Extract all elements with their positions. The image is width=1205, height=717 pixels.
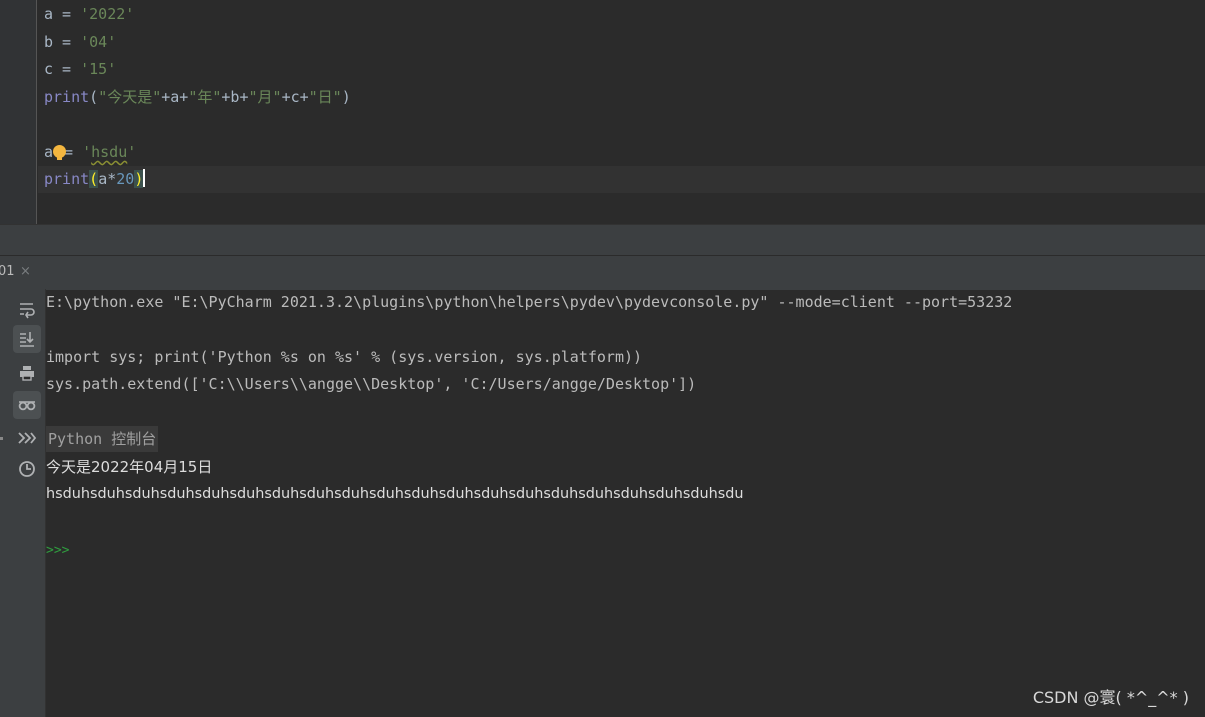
- editor-gutter: [0, 0, 37, 224]
- code-line-3[interactable]: c = '15': [44, 56, 116, 83]
- code-editor[interactable]: a = '2022' b = '04' c = '15' print("今天是"…: [0, 0, 1205, 224]
- console-input-line[interactable]: >>>: [46, 536, 69, 563]
- console-toolbar: [0, 289, 46, 717]
- typo-warning: hsdu: [91, 143, 128, 161]
- text-caret: [143, 169, 146, 187]
- code-line-2[interactable]: b = '04': [44, 29, 116, 56]
- execute-all-icon[interactable]: [13, 424, 41, 452]
- console-import-line: import sys; print('Python %s on %s' % (s…: [46, 348, 643, 366]
- code-line-7[interactable]: print(a*20): [38, 166, 1205, 193]
- console-prompt: >>>: [46, 543, 70, 558]
- run-tab-bar: 01 ×: [0, 255, 1205, 290]
- code-line-6[interactable]: a = 'hsdu': [44, 139, 136, 166]
- var-c: c: [44, 60, 54, 78]
- console-tab[interactable]: 01: [0, 264, 15, 279]
- soft-wrap-icon[interactable]: [13, 295, 41, 323]
- string-literal: '2022': [80, 5, 135, 23]
- console-path-line: sys.path.extend(['C:\\Users\\angge\\Desk…: [46, 375, 697, 393]
- scroll-to-end-icon[interactable]: [13, 325, 41, 353]
- gutter-marker: [0, 437, 3, 440]
- builtin-print: print: [44, 170, 90, 188]
- lightbulb-icon[interactable]: [53, 145, 67, 160]
- history-icon[interactable]: [13, 455, 41, 483]
- console-command-line: E:\python.exe "E:\PyCharm 2021.3.2\plugi…: [46, 293, 1013, 311]
- matching-brace: (: [89, 170, 99, 188]
- var-b: b: [44, 33, 54, 51]
- code-line-4[interactable]: print("今天是"+a+"年"+b+"月"+c+"日"): [44, 84, 351, 111]
- string-literal: '15': [80, 60, 117, 78]
- console-label: Python 控制台: [46, 426, 159, 453]
- var-a: a: [44, 143, 54, 161]
- string-literal: '04': [80, 33, 117, 51]
- builtin-print: print: [44, 88, 90, 106]
- console-output-repeat: hsduhsduhsduhsduhsduhsduhsduhsduhsduhsdu…: [46, 486, 744, 502]
- number-literal: 20: [116, 170, 135, 188]
- watermark: CSDN @寰( *^_^* ): [1032, 688, 1189, 707]
- matching-brace: ): [134, 170, 144, 188]
- console-output-date: 今天是2022年04月15日: [46, 458, 213, 476]
- print-icon[interactable]: [13, 359, 41, 387]
- code-line-1[interactable]: a = '2022': [44, 1, 134, 28]
- panel-divider[interactable]: [0, 224, 1205, 256]
- var-a: a: [44, 5, 54, 23]
- show-variables-icon[interactable]: [13, 391, 41, 419]
- close-icon[interactable]: ×: [20, 264, 31, 279]
